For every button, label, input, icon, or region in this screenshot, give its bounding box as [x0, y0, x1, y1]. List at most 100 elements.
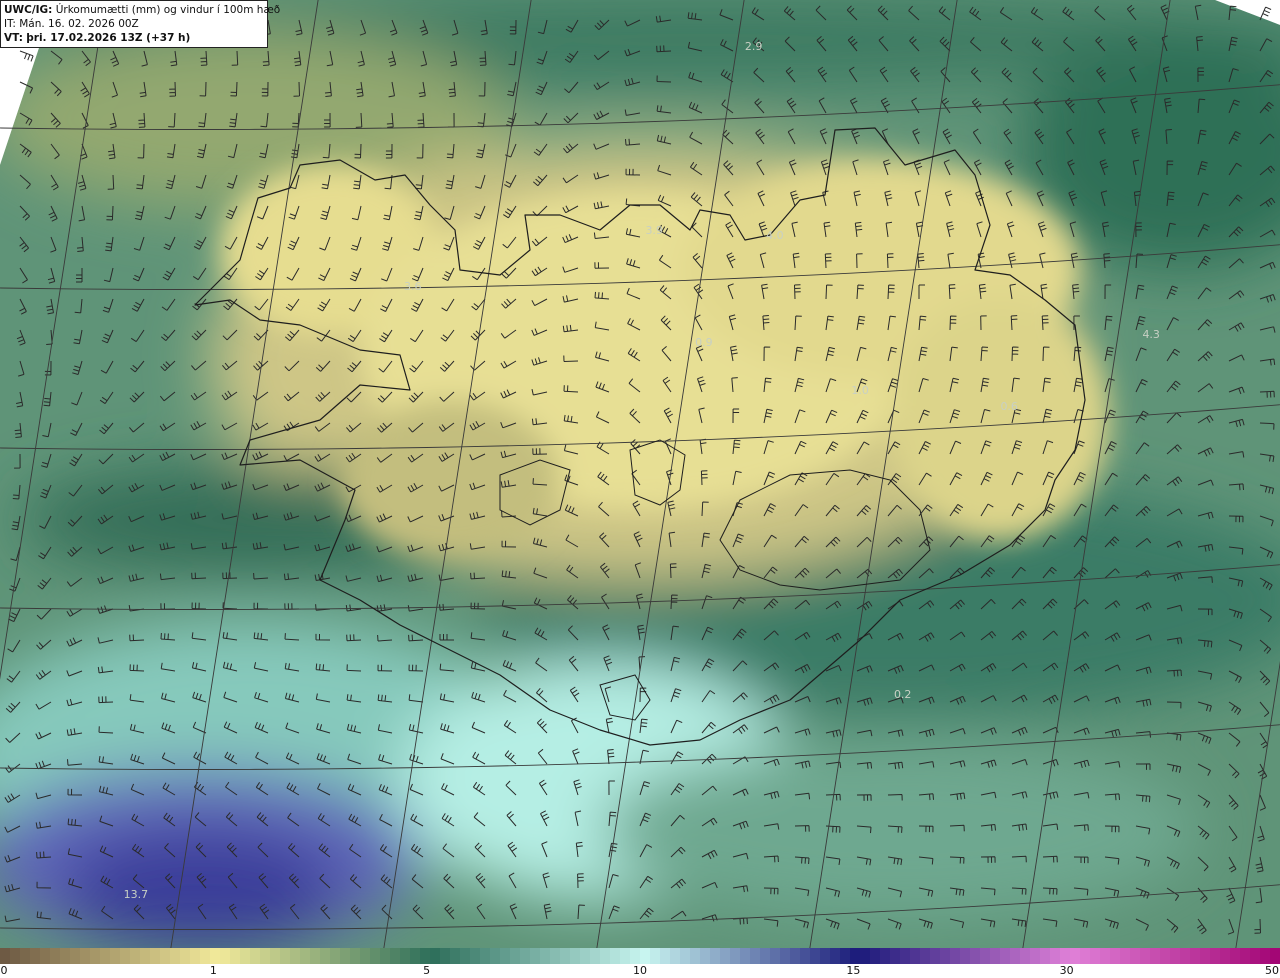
- colorbar-segment: [940, 948, 951, 964]
- colorbar-segment: [1000, 948, 1011, 964]
- init-time: IT: Mán. 16. 02. 2026 00Z: [4, 18, 139, 30]
- colorbar-segment: [730, 948, 741, 964]
- precipitation-colorbar: 0 1 5 10 15 30 50: [0, 948, 1280, 978]
- colorbar-segment: [280, 948, 291, 964]
- model-key: UWC/IG:: [4, 4, 53, 16]
- colorbar-segment: [670, 948, 681, 964]
- precip-max-label: 4.0: [766, 229, 784, 242]
- colorbar-segment: [190, 948, 201, 964]
- precip-max-label: 3.9: [645, 224, 663, 237]
- colorbar-tick-label: 15: [846, 964, 861, 977]
- colorbar-tick-label: 1: [209, 964, 217, 977]
- colorbar-segment: [160, 948, 171, 964]
- colorbar-segment: [1270, 948, 1280, 964]
- colorbar-segment: [960, 948, 971, 964]
- colorbar-segment: [470, 948, 481, 964]
- colorbar-segment: [1200, 948, 1211, 964]
- colorbar-segment: [1020, 948, 1031, 964]
- colorbar-segment: [490, 948, 501, 964]
- colorbar-segment: [1250, 948, 1261, 964]
- model-title-line: UWC/IG: Úrkomumætti (mm) og vindur í 100…: [4, 3, 280, 17]
- colorbar-segment: [460, 948, 471, 964]
- colorbar-segment: [1100, 948, 1111, 964]
- colorbar-segment: [870, 948, 881, 964]
- colorbar-tick-label: 30: [1059, 964, 1074, 977]
- colorbar-segment: [380, 948, 391, 964]
- colorbar-segment: [630, 948, 641, 964]
- colorbar-segment: [40, 948, 51, 964]
- colorbar-segment: [800, 948, 811, 964]
- colorbar-segment: [90, 948, 101, 964]
- colorbar-segment: [1170, 948, 1181, 964]
- colorbar-segment: [980, 948, 991, 964]
- colorbar-segment: [970, 948, 981, 964]
- colorbar-segment: [480, 948, 491, 964]
- colorbar-segment: [390, 948, 401, 964]
- valid-time-line: VT: þri. 17.02.2026 13Z (+37 h): [4, 31, 267, 45]
- colorbar-segment: [80, 948, 91, 964]
- colorbar-segment: [930, 948, 941, 964]
- precip-max-label: 2.9: [745, 40, 763, 53]
- colorbar-segment: [120, 948, 131, 964]
- colorbar-segment: [1140, 948, 1151, 964]
- colorbar-segment: [300, 948, 311, 964]
- colorbar-segment: [220, 948, 231, 964]
- colorbar-segment: [270, 948, 281, 964]
- colorbar-segment: [680, 948, 691, 964]
- colorbar-segment: [990, 948, 1001, 964]
- colorbar-segment: [1080, 948, 1091, 964]
- colorbar-segment: [720, 948, 731, 964]
- colorbar-tick-label: 50: [1265, 964, 1279, 977]
- colorbar-segment: [100, 948, 111, 964]
- colorbar-segment: [550, 948, 561, 964]
- colorbar-segment: [1150, 948, 1161, 964]
- precip-max-label: 3.6: [404, 280, 422, 293]
- colorbar-segment: [110, 948, 121, 964]
- colorbar-segment: [130, 948, 141, 964]
- colorbar-segment: [530, 948, 541, 964]
- colorbar-segment: [450, 948, 461, 964]
- colorbar-segment: [210, 948, 221, 964]
- colorbar-segment: [70, 948, 81, 964]
- precip-max-label: 0.6: [1000, 400, 1018, 413]
- colorbar-segment: [230, 948, 241, 964]
- colorbar-segment: [790, 948, 801, 964]
- colorbar-segment: [150, 948, 161, 964]
- colorbar-segment: [170, 948, 181, 964]
- colorbar-segment: [880, 948, 891, 964]
- colorbar-segment: [1240, 948, 1251, 964]
- colorbar-segment: [1110, 948, 1121, 964]
- colorbar-segment: [50, 948, 61, 964]
- colorbar-segment: [200, 948, 211, 964]
- valid-key: VT:: [4, 32, 23, 44]
- colorbar-segment: [900, 948, 911, 964]
- colorbar-segment: [700, 948, 711, 964]
- colorbar-segment: [510, 948, 521, 964]
- colorbar-segment: [640, 948, 651, 964]
- colorbar-segment: [400, 948, 411, 964]
- colorbar-segment: [1060, 948, 1071, 964]
- colorbar-segment: [570, 948, 581, 964]
- colorbar-segment: [10, 948, 21, 964]
- colorbar-segment: [950, 948, 961, 964]
- colorbar-segment: [1220, 948, 1231, 964]
- colorbar-segment: [890, 948, 901, 964]
- colorbar-segment: [520, 948, 531, 964]
- colorbar-segment: [660, 948, 671, 964]
- colorbar-segment: [360, 948, 371, 964]
- colorbar-segment: [320, 948, 331, 964]
- colorbar-segment: [1210, 948, 1221, 964]
- colorbar-segment: [760, 948, 771, 964]
- wind-barb: [19, 50, 34, 62]
- precip-max-label: 0.9: [695, 336, 713, 349]
- map-title: Úrkomumætti (mm) og vindur í 100m hæð: [55, 4, 281, 16]
- colorbar-segment: [710, 948, 721, 964]
- colorbar-segment: [840, 948, 851, 964]
- colorbar-segment: [690, 948, 701, 964]
- colorbar-segment: [820, 948, 831, 964]
- colorbar-segment: [1040, 948, 1051, 964]
- colorbar-segment: [620, 948, 631, 964]
- colorbar-segment: [440, 948, 451, 964]
- colorbar-segment: [1050, 948, 1061, 964]
- colorbar-segment: [290, 948, 301, 964]
